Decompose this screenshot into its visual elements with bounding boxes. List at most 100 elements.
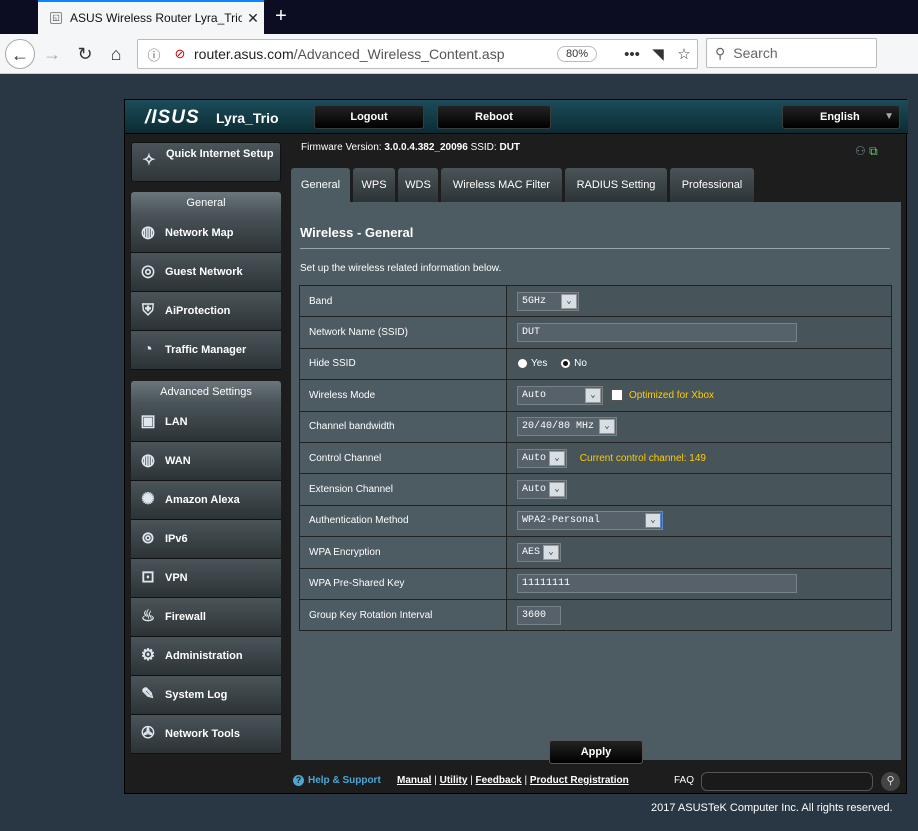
settings-table: Band 5GHz ⌄ Network Name (SSID) DUT Hide … [299,284,892,632]
tab-general[interactable]: General [291,168,350,203]
search-placeholder: Search [733,45,778,61]
tab-wps[interactable]: WPS [353,168,395,203]
sidebar-item-firewall[interactable]: ♨ Firewall [131,598,281,637]
key-rotation-label: Group Key Rotation Interval [299,598,507,632]
sidebar-item-traffic-manager[interactable]: ◔ Traffic Manager [131,331,281,370]
url-text[interactable]: router.asus.com/Advanced_Wireless_Conten… [194,46,557,62]
sidebar-item-system-log[interactable]: ✎ System Log [131,676,281,715]
router-header: /ISUS Lyra_Trio Logout Reboot English ▼ [125,100,908,134]
auth-method-select[interactable]: WPA2-Personal ⌄ [517,511,663,531]
wand-icon: ✧ [142,152,156,169]
table-row: WPA Pre-Shared Key 11111111 [299,567,892,600]
sidebar-item-vpn[interactable]: ⊡ VPN [131,559,281,598]
content-panel: Wireless - General Set up the wireless r… [291,202,901,764]
sidebar-item-guest-network[interactable]: ◎ Guest Network [131,253,281,292]
help-support-link[interactable]: ? Help & Support [293,775,381,786]
faq-search-input[interactable] [701,772,873,791]
info-icon[interactable]: ⓘ [144,45,164,64]
search-input[interactable]: ⚲ Search [706,38,877,68]
bookmark-star-icon[interactable]: ☆ [671,45,697,63]
manual-link[interactable]: Manual [397,775,431,786]
firmware-version[interactable]: 3.0.0.4.382_20096 [384,142,467,153]
xbox-checkbox[interactable] [611,389,623,402]
tab-professional[interactable]: Professional [670,168,754,203]
table-row: Hide SSID Yes No [299,347,892,381]
sidebar-item-amazon-alexa[interactable]: ✺ Amazon Alexa [131,481,281,520]
chevron-down-icon: ⌄ [585,387,601,403]
logout-button[interactable]: Logout [314,105,424,129]
globe-icon: ◍ [141,224,155,241]
wireless-mode-select[interactable]: Auto ⌄ [517,385,603,405]
home-button[interactable]: ⌂ [101,39,131,69]
lan-icon: ▣ [140,413,156,430]
back-button[interactable]: ← [5,39,35,69]
sidebar-item-network-tools[interactable]: ✇ Network Tools [131,715,281,754]
key-rotation-input[interactable]: 3600 [517,605,561,625]
reboot-button[interactable]: Reboot [437,105,551,129]
table-row: WPA Encryption AES ⌄ [299,536,892,569]
chevron-down-icon: ⌄ [543,544,559,560]
zoom-badge[interactable]: 80% [556,46,597,62]
wireless-mode-label: Wireless Mode [299,379,507,412]
band-select[interactable]: 5GHz ⌄ [517,291,579,311]
gauge-icon: ◔ [143,341,153,358]
page-description: Set up the wireless related information … [300,263,502,274]
tab-title: ASUS Wireless Router Lyra_Trio [70,11,242,25]
sidebar-item-quick-setup[interactable]: ✧ Quick Internet Setup [131,142,281,182]
sidebar-header-general: General [131,192,281,214]
reload-button[interactable]: ↻ [70,39,100,69]
forward-button[interactable]: → [37,39,67,69]
hide-ssid-no-radio[interactable] [560,358,572,370]
usb-status-icon[interactable]: ⧉ [869,144,878,158]
tab-mac-filter[interactable]: Wireless MAC Filter [441,168,562,203]
sidebar-item-lan[interactable]: ▣ LAN [131,403,281,442]
page-actions-icon[interactable]: ••• [619,46,645,63]
sidebar-header-advanced: Advanced Settings [131,381,281,403]
feedback-link[interactable]: Feedback [476,775,522,786]
utility-link[interactable]: Utility [440,775,468,786]
url-bar[interactable]: ⓘ ⊘ router.asus.com/Advanced_Wireless_Co… [137,39,698,69]
chevron-down-icon: ▼ [884,111,894,122]
clients-icon[interactable]: ⚇ [855,144,866,158]
encryption-select[interactable]: AES ⌄ [517,542,561,562]
sidebar-item-administration[interactable]: ⚙ Administration [131,637,281,676]
table-row: Extension Channel Auto ⌄ [299,473,892,506]
insecure-lock-icon[interactable]: ⊘ [170,46,190,62]
language-select[interactable]: English ▼ [782,105,900,129]
vpn-icon: ⊡ [141,569,155,586]
registration-link[interactable]: Product Registration [530,775,629,786]
xbox-label: Optimized for Xbox [629,389,715,401]
ssid-input[interactable]: DUT [517,323,797,343]
sidebar-item-ipv6[interactable]: ⊚ IPv6 [131,520,281,559]
language-value: English [820,111,860,123]
hide-ssid-no-label: No [574,358,587,370]
favicon-icon: ◱ [50,12,62,24]
help-icon: ? [293,775,304,786]
sidebar-item-wan[interactable]: ◍ WAN [131,442,281,481]
page-title: Wireless - General [300,225,414,240]
tab-radius[interactable]: RADIUS Setting [565,168,667,203]
hide-ssid-yes-radio[interactable] [517,358,528,370]
hide-ssid-label: Hide SSID [299,347,507,381]
extension-channel-select[interactable]: Auto ⌄ [517,480,567,500]
new-tab-button[interactable]: + [270,3,292,29]
sidebar-item-network-map[interactable]: ◍ Network Map [131,214,281,253]
table-row: Authentication Method WPA2-Personal ⌄ [299,504,892,538]
band-label: Band [299,284,507,318]
tab-wds[interactable]: WDS [398,168,438,203]
control-channel-select[interactable]: Auto ⌄ [517,448,567,468]
browser-tab[interactable]: ◱ ASUS Wireless Router Lyra_Trio ✕ [38,0,264,34]
faq-search-icon[interactable]: ⚲ [881,772,900,791]
psk-input[interactable]: 11111111 [517,574,797,594]
close-tab-icon[interactable]: ✕ [242,10,264,27]
faq-label: FAQ [674,775,695,786]
globe-icon: ◍ [141,452,155,469]
copyright: 2017 ASUSTeK Computer Inc. All rights re… [651,802,893,814]
sidebar-item-aiprotection[interactable]: ⛨ AiProtection [131,292,281,331]
bandwidth-select[interactable]: 20/40/80 MHz ⌄ [517,417,617,437]
pocket-icon[interactable]: ◥ [645,45,671,63]
apply-button[interactable]: Apply [549,740,643,764]
table-row: Group Key Rotation Interval 3600 [299,598,892,632]
ipv6-icon: ⊚ [141,530,155,547]
divider [300,248,890,249]
